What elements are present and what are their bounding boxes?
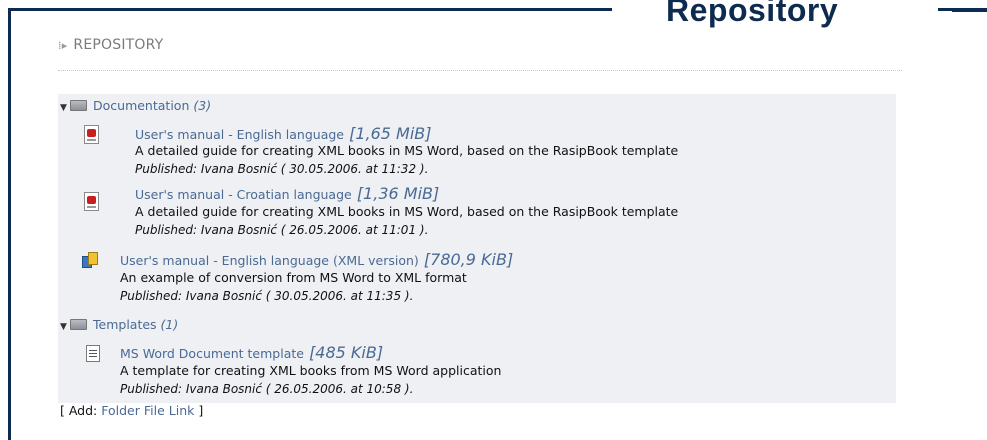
title-dash: [952, 9, 987, 12]
folder-count: (3): [193, 98, 212, 113]
dotted-divider: [58, 70, 902, 71]
header-arrow-icon: ⁞▸: [58, 39, 68, 52]
file-published: Published: Ivana Bosnić ( 30.05.2006. at…: [135, 162, 429, 176]
file-item: MS Word Document template [485 KiB]: [120, 343, 383, 362]
file-item: User's manual - English language [1,65 M…: [135, 124, 432, 143]
add-suffix: ]: [198, 403, 204, 418]
file-item: User's manual - English language (XML ve…: [120, 250, 513, 269]
xml-package-icon[interactable]: [82, 252, 99, 269]
folder-icon: [70, 319, 87, 330]
file-size: [780,9 KiB]: [423, 250, 514, 269]
add-folder-link[interactable]: Folder: [101, 403, 140, 418]
file-size: [1,36 MiB]: [356, 184, 440, 203]
folder-name[interactable]: Templates: [93, 317, 157, 332]
file-description: An example of conversion from MS Word to…: [120, 270, 467, 285]
add-file-link[interactable]: File: [144, 403, 165, 418]
file-link[interactable]: User's manual - English language (XML ve…: [120, 253, 419, 268]
file-description: A detailed guide for creating XML books …: [135, 204, 679, 219]
repository-header: ⁞▸ REPOSITORY: [58, 37, 163, 53]
file-link[interactable]: User's manual - English language: [135, 127, 344, 142]
file-item: User's manual - Croatian language [1,36 …: [135, 184, 439, 203]
folder-templates[interactable]: ▼ Templates (1): [60, 317, 178, 332]
add-prefix: [ Add:: [60, 403, 98, 418]
file-published: Published: Ivana Bosnić ( 26.05.2006. at…: [120, 382, 414, 396]
add-actions: [ Add: Folder File Link ]: [60, 403, 203, 418]
pdf-icon[interactable]: [84, 192, 99, 211]
pdf-icon[interactable]: [84, 125, 99, 144]
file-description: A detailed guide for creating XML books …: [135, 143, 679, 158]
folder-documentation[interactable]: ▼ Documentation (3): [60, 98, 211, 113]
repository-header-label: REPOSITORY: [73, 37, 164, 53]
file-link[interactable]: MS Word Document template: [120, 346, 304, 361]
file-published: Published: Ivana Bosnić ( 30.05.2006. at…: [120, 289, 414, 303]
word-template-icon[interactable]: [86, 345, 100, 362]
page-title: Repository: [666, 0, 839, 28]
folder-name[interactable]: Documentation: [93, 98, 189, 113]
file-size: [485 KiB]: [309, 343, 384, 362]
collapse-toggle-icon[interactable]: ▼: [60, 322, 70, 332]
file-description: A template for creating XML books from M…: [120, 363, 502, 378]
file-published: Published: Ivana Bosnić ( 26.05.2006. at…: [135, 223, 429, 237]
folder-count: (1): [160, 317, 179, 332]
collapse-toggle-icon[interactable]: ▼: [60, 103, 70, 113]
folder-icon: [70, 100, 87, 111]
add-link-link[interactable]: Link: [169, 403, 195, 418]
file-link[interactable]: User's manual - Croatian language: [135, 187, 352, 202]
file-size: [1,65 MiB]: [349, 124, 432, 143]
